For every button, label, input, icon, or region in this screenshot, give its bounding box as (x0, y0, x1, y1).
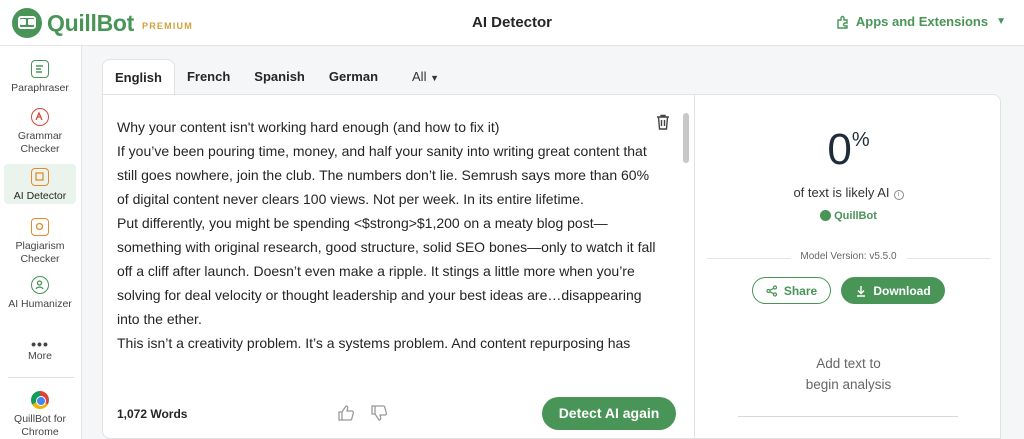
sidebar-item-ai-detector[interactable]: AI Detector (4, 164, 76, 204)
empty-state-message: Add text to begin analysis (695, 353, 1002, 395)
paragraph: Why your content isn't working hard enou… (117, 119, 500, 135)
paragraph: This isn’t a creativity problem. It’s a … (117, 335, 631, 351)
sidebar-item-ai-humanizer[interactable]: AI Humanizer (4, 276, 76, 311)
word-count: 1,072 Words (117, 407, 188, 421)
editor-scrollbar[interactable] (683, 113, 689, 163)
quillbot-mini-icon (820, 210, 832, 221)
quillbot-logo[interactable]: QuillBot PREMIUM (12, 8, 193, 38)
extension-icon (837, 15, 848, 29)
sidebar-item-plagiarism-checker[interactable]: Plagiarism Checker (4, 218, 76, 266)
sidebar-item-label: Grammar Checker (17, 130, 63, 155)
language-tabs: English French Spanish German All ▼ (102, 59, 451, 95)
result-bottom-divider (738, 416, 958, 417)
sidebar-item-label: AI Detector (13, 190, 67, 202)
quillbot-small-logo: QuillBot (695, 210, 1002, 222)
plagiarism-checker-icon (31, 218, 49, 236)
chevron-down-icon: ▼ (430, 73, 440, 83)
share-label: Share (783, 283, 818, 298)
tab-spanish[interactable]: Spanish (242, 59, 317, 95)
tab-english[interactable]: English (102, 59, 175, 95)
thumbs-down-icon[interactable] (369, 403, 389, 423)
empty-line-2: begin analysis (805, 377, 892, 392)
sidebar-item-quillbot-chrome[interactable]: QuillBot for Chrome (4, 391, 76, 439)
sidebar-item-label: AI Humanizer (8, 298, 72, 310)
text-editor-panel: Why your content isn't working hard enou… (102, 94, 694, 439)
sidebar-item-paraphraser[interactable]: Paraphraser (4, 60, 76, 95)
sidebar-item-more[interactable]: ••• More (4, 336, 76, 363)
trash-icon[interactable] (656, 114, 670, 130)
empty-line-1: Add text to (816, 356, 881, 371)
download-button[interactable]: Download (841, 277, 945, 304)
share-icon (766, 284, 777, 297)
ai-percentage: 0% (695, 125, 1002, 175)
chevron-down-icon: ▼ (996, 16, 1006, 27)
info-icon[interactable]: i (893, 190, 904, 200)
ai-detector-icon (31, 168, 49, 186)
sidebar: Paraphraser Grammar Checker AI Detector … (0, 46, 82, 439)
sidebar-item-label: QuillBot for Chrome (14, 413, 66, 438)
sidebar-divider (8, 377, 74, 378)
paraphraser-icon (31, 60, 49, 78)
paragraph: Put differently, you might be spending <… (117, 215, 656, 327)
sidebar-item-grammar-checker[interactable]: Grammar Checker (4, 108, 76, 156)
paragraph: If you’ve been pouring time, money, and … (117, 143, 650, 207)
percent-sign: % (851, 129, 870, 151)
brand-small: QuillBot (834, 210, 877, 222)
sidebar-item-label: Paraphraser (11, 82, 69, 94)
detect-ai-button[interactable]: Detect AI again (542, 397, 676, 430)
percent-value: 0 (827, 125, 852, 174)
model-version: Model Version: v5.5.0 (800, 251, 897, 262)
chrome-icon (31, 391, 49, 409)
more-dots-icon: ••• (31, 336, 49, 352)
tab-all-languages[interactable]: All ▼ (400, 59, 451, 95)
result-panel: 0% of text is likely AI i QuillBot Model … (694, 94, 1001, 439)
thumbs-up-icon[interactable] (336, 403, 356, 423)
download-icon (857, 285, 866, 297)
sidebar-item-label: Plagiarism Checker (15, 240, 65, 265)
ai-humanizer-icon (31, 276, 49, 294)
likely-ai-text: of text is likely AI (793, 185, 890, 200)
apps-extensions-button[interactable]: Apps and Extensions ▼ (836, 14, 1006, 29)
tab-german[interactable]: German (317, 59, 390, 95)
quillbot-logo-icon (12, 8, 42, 38)
text-input-area[interactable]: Why your content isn't working hard enou… (117, 115, 657, 365)
share-button[interactable]: Share (752, 277, 831, 304)
sidebar-item-label: More (28, 350, 52, 362)
tab-all-label: All (412, 69, 427, 84)
apps-extensions-label: Apps and Extensions (855, 14, 989, 29)
download-label: Download (873, 283, 931, 298)
likely-ai-label: of text is likely AI i (695, 185, 1002, 200)
tab-french[interactable]: French (175, 59, 242, 95)
grammar-checker-icon (31, 108, 49, 126)
premium-badge: PREMIUM (142, 21, 193, 31)
top-header: QuillBot PREMIUM AI Detector Apps and Ex… (0, 0, 1024, 46)
brand-name: QuillBot (47, 9, 135, 36)
